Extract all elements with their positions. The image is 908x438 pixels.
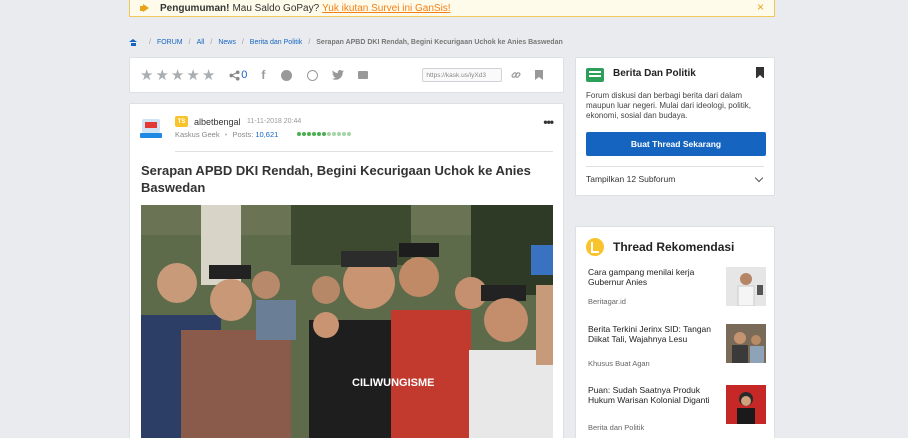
link-icon[interactable] bbox=[511, 70, 521, 80]
post-date: 11-11-2018 20:44 bbox=[247, 118, 302, 125]
home-icon[interactable] bbox=[129, 39, 137, 46]
announcement-text: Mau Saldo GoPay? bbox=[232, 2, 320, 14]
recommendation-thumbnail[interactable] bbox=[726, 385, 766, 424]
thumbs-up-icon bbox=[586, 238, 604, 256]
recommendation-thumbnail[interactable] bbox=[726, 324, 766, 363]
star-icon[interactable]: ★ bbox=[186, 68, 199, 83]
megaphone-icon bbox=[140, 3, 150, 13]
recommendation-title: Thread Rekomendasi bbox=[613, 240, 735, 254]
newspaper-icon bbox=[586, 68, 604, 82]
announcement-label: Pengumuman! bbox=[160, 2, 230, 14]
recommendation-item-title[interactable]: Puan: Sudah Saatnya Produk Hukum Warisan… bbox=[588, 385, 713, 405]
more-options-icon[interactable]: ••• bbox=[543, 115, 554, 129]
subforum-toggle[interactable]: Tampilkan 12 Subforum bbox=[586, 174, 675, 184]
share-count: 0 bbox=[241, 69, 248, 81]
bookmark-icon[interactable] bbox=[756, 67, 764, 79]
category-description: Forum diskusi dan berbagi berita dari da… bbox=[586, 91, 751, 120]
recommendation-item[interactable]: Puan: Sudah Saatnya Produk Hukum Warisan… bbox=[588, 385, 766, 432]
category-title[interactable]: Berita Dan Politik bbox=[613, 68, 696, 79]
announcement-bar: Pengumuman! Mau Saldo GoPay? Yuk ikutan … bbox=[129, 0, 775, 17]
post-photo: CILIWUNGISME bbox=[141, 205, 553, 438]
breadcrumb-current: Serapan APBD DKI Rendah, Begini Kecuriga… bbox=[316, 39, 563, 46]
rating-stars[interactable]: ★ ★ ★ ★ ★ bbox=[140, 68, 215, 83]
thread-starter-badge: TS bbox=[175, 116, 188, 127]
bookmark-icon[interactable] bbox=[535, 70, 544, 80]
username[interactable]: albetbengal bbox=[194, 117, 241, 127]
posts-count: 10,621 bbox=[255, 130, 279, 139]
star-icon[interactable]: ★ bbox=[202, 68, 215, 83]
shirt-text: CILIWUNGISME bbox=[352, 377, 435, 389]
recommendation-item[interactable]: Cara gampang menilai kerja Gubernur Anie… bbox=[588, 267, 766, 307]
announcement-link[interactable]: Yuk ikutan Survei ini GanSis! bbox=[322, 3, 450, 14]
star-icon[interactable]: ★ bbox=[171, 68, 184, 83]
thread-toolbar: ★ ★ ★ ★ ★ 0 f https://kask.us/iyXd3 bbox=[129, 57, 564, 93]
reputation-dots bbox=[297, 132, 351, 136]
whatsapp-icon[interactable] bbox=[307, 69, 319, 81]
breadcrumb-forum[interactable]: FORUM bbox=[157, 39, 183, 46]
recommendation-item[interactable]: Berita Terkini Jerinx SID: Tangan Diikat… bbox=[588, 324, 766, 368]
share-icon bbox=[229, 69, 240, 81]
recommendation-item-source: Khusus Buat Agan bbox=[588, 359, 650, 368]
short-url-field[interactable]: https://kask.us/iyXd3 bbox=[422, 68, 503, 82]
recommendation-card: Thread Rekomendasi Cara gampang menilai … bbox=[575, 226, 775, 438]
user-rank: Kaskus Geek • Posts: 10,621 bbox=[175, 130, 279, 139]
avatar[interactable] bbox=[140, 116, 162, 140]
messenger-icon[interactable] bbox=[281, 69, 293, 81]
rank-label: Kaskus Geek bbox=[175, 130, 220, 139]
twitter-icon[interactable] bbox=[332, 70, 345, 80]
star-icon[interactable]: ★ bbox=[140, 68, 153, 83]
facebook-icon[interactable]: f bbox=[261, 68, 265, 82]
recommendation-item-source: Berita dan Politik bbox=[588, 423, 645, 432]
star-icon[interactable]: ★ bbox=[155, 68, 168, 83]
recommendation-item-source: Beritagar.id bbox=[588, 297, 626, 306]
posts-label: Posts: bbox=[232, 130, 254, 139]
recommendation-thumbnail[interactable] bbox=[726, 267, 766, 307]
post-title: Serapan APBD DKI Rendah, Begini Kecuriga… bbox=[141, 163, 531, 195]
breadcrumb-news[interactable]: News bbox=[218, 39, 236, 46]
breadcrumb-category[interactable]: Berita dan Politik bbox=[250, 39, 303, 46]
create-thread-button[interactable]: Buat Thread Sekarang bbox=[586, 132, 766, 156]
category-card: Berita Dan Politik Forum diskusi dan ber… bbox=[575, 57, 775, 196]
close-icon[interactable]: × bbox=[757, 0, 764, 14]
chevron-down-icon[interactable] bbox=[754, 173, 764, 183]
email-icon[interactable] bbox=[358, 71, 369, 79]
recommendation-item-title[interactable]: Berita Terkini Jerinx SID: Tangan Diikat… bbox=[588, 324, 713, 344]
share-button[interactable]: 0 bbox=[229, 69, 247, 81]
thread-post: TS albetbengal 11-11-2018 20:44 Kaskus G… bbox=[129, 103, 564, 438]
breadcrumb-all[interactable]: All bbox=[197, 39, 205, 46]
breadcrumb: / FORUM / All / News / Berita dan Politi… bbox=[129, 39, 563, 46]
recommendation-item-title[interactable]: Cara gampang menilai kerja Gubernur Anie… bbox=[588, 267, 713, 287]
